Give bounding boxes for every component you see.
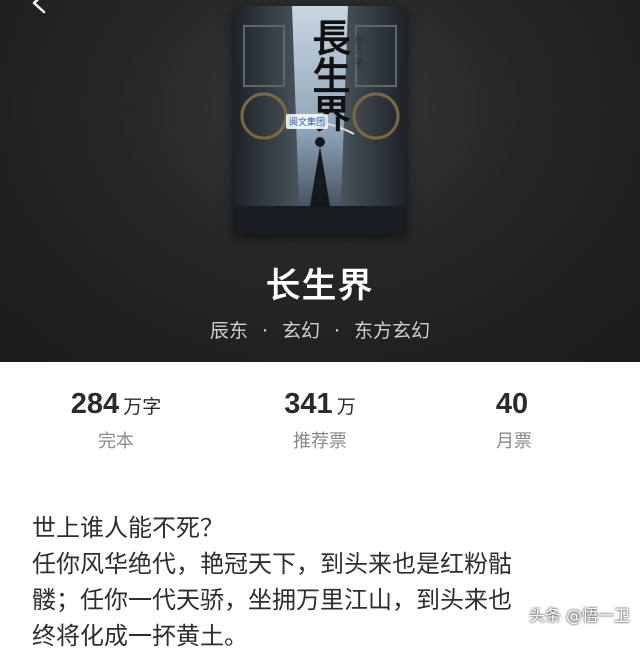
genre-tag[interactable]: 玄幻 — [282, 320, 320, 342]
stat-label: 月票 — [496, 431, 532, 452]
book-header: 長生界 辰东 著 阅文集团 长生界 辰东 · 玄幻 · 东方玄幻 — [0, 0, 640, 362]
book-stats: 284 万字 完本 341 万 推荐票 40 月票 — [0, 388, 640, 468]
monthly-votes-stat[interactable]: 40 月票 — [414, 388, 614, 453]
cover-publisher-logo: 阅文集团 — [286, 114, 329, 129]
description-line: 任你风华绝代，艳冠天下，到头来也是红粉骷 — [32, 550, 512, 578]
stat-label: 推荐票 — [293, 431, 347, 452]
recommend-votes-stat[interactable]: 341 万 推荐票 — [220, 388, 420, 453]
book-description[interactable]: 世上谁人能不死？ 任你风华绝代，艳冠天下，到头来也是红粉骷 髅；任你一代天骄，坐… — [32, 510, 622, 654]
cover-author: 辰东 著 — [352, 34, 363, 68]
back-icon[interactable] — [28, 0, 50, 14]
stat-unit: 万 — [336, 396, 356, 418]
book-meta: 辰东 · 玄幻 · 东方玄幻 — [0, 316, 640, 343]
watermark: 头条 @悟一卫 — [528, 606, 630, 625]
meta-separator: · — [334, 320, 341, 342]
book-cover[interactable]: 長生界 辰东 著 阅文集团 — [234, 6, 406, 234]
stat-value-row: 284 万字 — [16, 388, 216, 421]
stat-value-row: 341 万 — [220, 388, 420, 421]
book-title: 长生界 — [266, 266, 374, 306]
stat-unit: 万字 — [123, 396, 162, 418]
word-count-stat: 284 万字 完本 — [16, 388, 216, 453]
stat-label: 完本 — [98, 431, 134, 452]
subgenre-tag[interactable]: 东方玄幻 — [354, 320, 430, 342]
description-line: 世上谁人能不死？ — [32, 514, 224, 542]
stat-value-row: 40 — [414, 388, 614, 421]
stat-value: 341 — [284, 388, 333, 420]
stat-value: 40 — [495, 388, 529, 420]
author-link[interactable]: 辰东 — [210, 320, 248, 342]
meta-separator: · — [261, 320, 268, 342]
stat-value: 284 — [70, 388, 120, 420]
